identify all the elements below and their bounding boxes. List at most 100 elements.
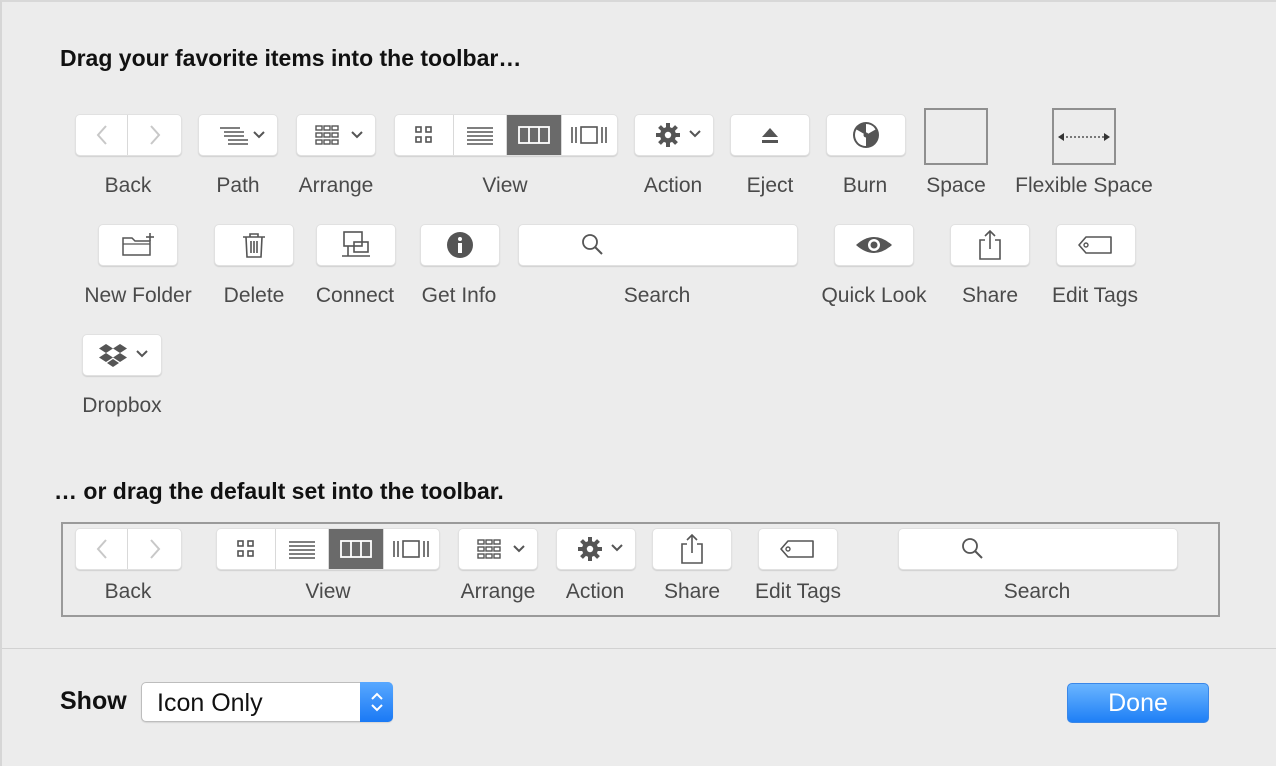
action-label: Action: [643, 174, 703, 197]
arrange-icon: [315, 125, 363, 145]
cover-flow-icon: [571, 126, 608, 144]
connect-icon: [342, 231, 370, 257]
default-cover-flow-segment[interactable]: [384, 529, 439, 569]
back-segment[interactable]: [76, 115, 129, 155]
default-share-button[interactable]: [652, 528, 732, 570]
arrange-button[interactable]: [296, 114, 376, 156]
list-view-icon: [289, 541, 316, 559]
footer-divider: [2, 648, 1276, 649]
updown-arrows-icon: [360, 682, 393, 722]
list-view-icon: [467, 127, 494, 145]
double-arrow-icon: [1058, 132, 1110, 141]
icon-view-icon: [415, 126, 433, 143]
eject-button[interactable]: [730, 114, 810, 156]
burn-label: Burn: [842, 174, 888, 197]
quick-look-label: Quick Look: [821, 284, 927, 307]
default-action-button[interactable]: [556, 528, 636, 570]
view-item[interactable]: [394, 114, 618, 156]
dropbox-icon: [99, 344, 148, 367]
dropbox-label: Dropbox: [82, 394, 162, 417]
quick-look-button[interactable]: [834, 224, 914, 266]
view-label: View: [482, 174, 528, 197]
column-view-segment[interactable]: [507, 115, 562, 155]
default-back-segment[interactable]: [76, 529, 129, 569]
share-label: Share: [961, 284, 1019, 307]
flexible-space-item[interactable]: [1052, 108, 1116, 165]
column-view-icon: [339, 540, 372, 558]
default-back-forward-item[interactable]: [75, 528, 182, 570]
space-label: Space: [926, 174, 986, 197]
default-view-item[interactable]: [216, 528, 440, 570]
path-label: Path: [216, 174, 260, 197]
space-item[interactable]: [924, 108, 988, 165]
default-list-view-segment[interactable]: [276, 529, 329, 569]
get-info-button[interactable]: [420, 224, 500, 266]
chevron-left-icon: [96, 125, 107, 145]
burn-icon: [853, 122, 879, 148]
chevron-right-icon: [149, 125, 160, 145]
default-search-field-item[interactable]: [898, 528, 1178, 570]
path-button[interactable]: [198, 114, 278, 156]
customize-toolbar-sheet: Drag your favorite items into the toolba…: [0, 0, 1276, 766]
edit-tags-button[interactable]: [1056, 224, 1136, 266]
default-set-heading: … or drag the default set into the toolb…: [54, 478, 504, 504]
default-edit-tags-label: Edit Tags: [755, 580, 841, 603]
default-icon-view-segment[interactable]: [217, 529, 277, 569]
search-field-item[interactable]: [518, 224, 798, 266]
cover-flow-icon: [393, 540, 430, 558]
eye-icon: [856, 237, 892, 253]
done-button[interactable]: Done: [1067, 683, 1209, 723]
icon-view-segment[interactable]: [395, 115, 455, 155]
burn-button[interactable]: [826, 114, 906, 156]
show-label: Show: [60, 687, 127, 715]
default-share-label: Share: [663, 580, 721, 603]
gear-icon: [656, 123, 701, 147]
default-edit-tags-button[interactable]: [758, 528, 838, 570]
new-folder-icon: [122, 233, 154, 256]
forward-segment[interactable]: [128, 115, 181, 155]
info-icon: [447, 232, 473, 258]
gear-icon: [578, 537, 623, 561]
share-button[interactable]: [950, 224, 1030, 266]
arrange-icon: [477, 539, 525, 559]
dropbox-button[interactable]: [82, 334, 162, 376]
default-action-label: Action: [565, 580, 625, 603]
arrange-label: Arrange: [298, 174, 374, 197]
default-column-view-segment[interactable]: [329, 529, 384, 569]
tag-icon: [780, 540, 814, 558]
show-select-value: Icon Only: [157, 689, 263, 717]
default-arrange-button[interactable]: [458, 528, 538, 570]
eject-icon: [762, 128, 778, 143]
default-back-label: Back: [104, 580, 152, 603]
connect-label: Connect: [315, 284, 395, 307]
connect-button[interactable]: [316, 224, 396, 266]
flexible-space-label: Flexible Space: [1015, 174, 1153, 197]
favorites-heading: Drag your favorite items into the toolba…: [60, 45, 522, 71]
icon-view-icon: [237, 540, 255, 557]
chevron-left-icon: [96, 539, 107, 559]
trash-icon: [243, 233, 265, 258]
action-button[interactable]: [634, 114, 714, 156]
default-view-label: View: [305, 580, 351, 603]
default-forward-segment[interactable]: [128, 529, 181, 569]
get-info-label: Get Info: [421, 284, 497, 307]
new-folder-label: New Folder: [84, 284, 192, 307]
path-icon: [220, 127, 265, 145]
new-folder-button[interactable]: [98, 224, 178, 266]
eject-label: Eject: [746, 174, 794, 197]
delete-button[interactable]: [214, 224, 294, 266]
share-icon: [681, 533, 703, 564]
back-label: Back: [104, 174, 152, 197]
back-forward-item[interactable]: [75, 114, 182, 156]
edit-tags-label: Edit Tags: [1052, 284, 1138, 307]
default-arrange-label: Arrange: [460, 580, 536, 603]
cover-flow-segment[interactable]: [562, 115, 617, 155]
list-view-segment[interactable]: [454, 115, 507, 155]
search-label: Search: [623, 284, 691, 307]
default-search-label: Search: [1003, 580, 1071, 603]
search-icon: [962, 538, 983, 559]
show-select[interactable]: Icon Only: [141, 682, 393, 722]
search-icon: [582, 234, 603, 255]
share-icon: [979, 229, 1001, 260]
tag-icon: [1078, 236, 1112, 254]
